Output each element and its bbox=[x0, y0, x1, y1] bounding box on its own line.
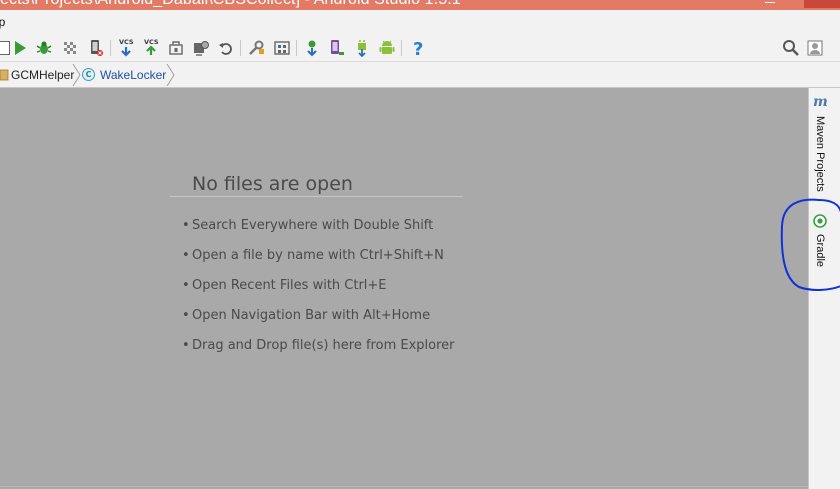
main-toolbar: VCS VCS ? bbox=[0, 34, 840, 62]
project-structure-icon[interactable] bbox=[247, 38, 267, 58]
module-settings-icon[interactable] bbox=[272, 38, 292, 58]
menu-bar: lp bbox=[0, 10, 840, 34]
vcs-show-changes-icon[interactable] bbox=[191, 38, 211, 58]
revert-icon[interactable] bbox=[216, 38, 236, 58]
breadcrumb-label: WakeLocker bbox=[100, 67, 167, 82]
sdk-manager-icon[interactable] bbox=[352, 38, 372, 58]
window-title: ects\Projects\Android_Dabali\CBSCollect]… bbox=[0, 0, 461, 9]
package-icon bbox=[0, 69, 9, 80]
debug-icon[interactable] bbox=[34, 38, 54, 58]
navigation-bar: GCMHelper C WakeLocker bbox=[0, 62, 840, 88]
vcs-history-icon[interactable] bbox=[166, 38, 186, 58]
menu-help[interactable]: lp bbox=[0, 15, 5, 29]
breadcrumb-item-gcmhelper[interactable]: GCMHelper bbox=[0, 62, 74, 87]
search-icon[interactable] bbox=[781, 38, 801, 58]
sync-gradle-icon[interactable] bbox=[302, 38, 322, 58]
hint-search-everywhere: • Search Everywhere with Double Shift bbox=[182, 218, 434, 233]
title-bar: ects\Projects\Android_Dabali\CBSCollect]… bbox=[0, 0, 840, 10]
run-icon[interactable] bbox=[10, 38, 30, 58]
vcs-update-icon[interactable]: VCS bbox=[116, 38, 136, 58]
avd-manager-icon[interactable] bbox=[327, 38, 347, 58]
android-device-monitor-icon[interactable] bbox=[377, 38, 397, 58]
hint-recent-files: • Open Recent Files with Ctrl+E bbox=[182, 278, 387, 293]
toolbar-separator bbox=[240, 40, 241, 56]
hint-open-file: • Open a file by name with Ctrl+Shift+N bbox=[182, 248, 444, 263]
device-icon[interactable] bbox=[86, 38, 106, 58]
breadcrumb-item-wakelocker[interactable]: C WakeLocker bbox=[82, 62, 166, 87]
empty-editor-divider bbox=[170, 196, 463, 197]
svg-text:?: ? bbox=[413, 39, 423, 57]
vcs-commit-icon[interactable]: VCS bbox=[141, 38, 161, 58]
right-tool-strip: m Maven Projects Gradle bbox=[808, 88, 840, 489]
toolbar-separator bbox=[296, 40, 297, 56]
android-studio-window: ects\Projects\Android_Dabali\CBSCollect]… bbox=[0, 0, 840, 489]
gradle-icon bbox=[813, 214, 827, 228]
gradle-tab[interactable]: Gradle bbox=[814, 234, 826, 267]
class-icon: C bbox=[82, 68, 95, 81]
toolbar-separator bbox=[401, 40, 402, 56]
minimize-button[interactable] bbox=[755, 0, 785, 8]
attach-debugger-icon[interactable] bbox=[60, 38, 80, 58]
breadcrumb-separator-icon bbox=[166, 64, 175, 86]
empty-editor-title: No files are open bbox=[192, 173, 353, 195]
breadcrumb-label: GCMHelper bbox=[11, 67, 75, 82]
help-icon[interactable]: ? bbox=[408, 38, 428, 58]
breadcrumb-separator-icon bbox=[72, 64, 81, 86]
close-window-button[interactable] bbox=[804, 0, 840, 8]
editor-area[interactable]: No files are open • Search Everywhere wit… bbox=[0, 88, 808, 489]
maven-projects-tab[interactable]: Maven Projects bbox=[814, 116, 826, 192]
hint-navigation-bar: • Open Navigation Bar with Alt+Home bbox=[182, 308, 431, 323]
hint-drag-drop: • Drag and Drop file(s) here from Explore… bbox=[182, 338, 455, 353]
toolbar-separator bbox=[110, 40, 111, 56]
maven-icon: m bbox=[813, 94, 828, 110]
event-log-icon[interactable] bbox=[806, 38, 826, 58]
